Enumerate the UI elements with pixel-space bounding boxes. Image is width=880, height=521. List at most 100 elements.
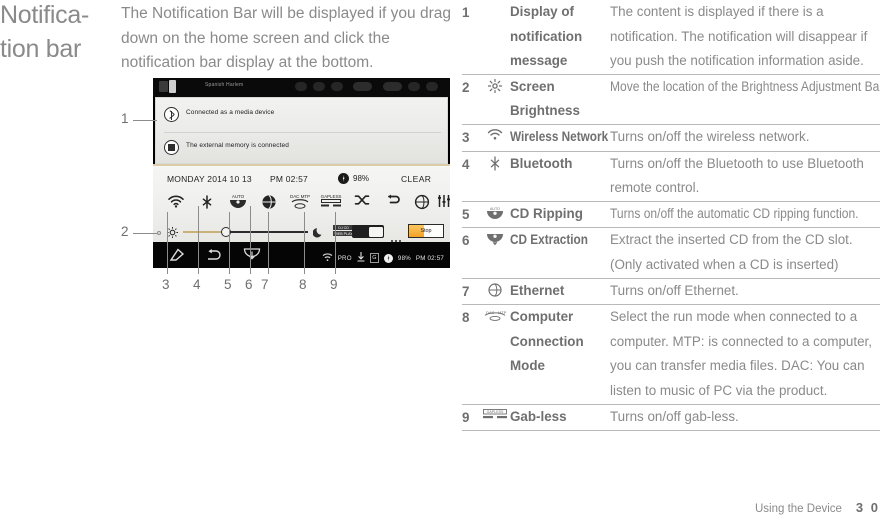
gapless-icon[interactable]: GAPLESS xyxy=(318,194,344,218)
callout-2: 2 xyxy=(121,224,129,239)
row-label: Wireless Network xyxy=(510,128,609,144)
panel-top-edge xyxy=(153,164,450,166)
dac-mtp-icon[interactable]: DAC MTP xyxy=(287,194,313,218)
bluetooth-circle-icon xyxy=(164,107,179,122)
callout-3: 3 xyxy=(162,277,170,292)
row-number: 8 xyxy=(462,310,470,326)
table-row: 5 AUTO CD Ripping Turns on/off the autom… xyxy=(462,200,880,228)
qs-time: PM 02:57 xyxy=(270,174,308,184)
stop-button-label: Stop xyxy=(420,228,432,235)
callout-4-leader xyxy=(198,206,199,274)
home-pill-7 xyxy=(426,82,438,91)
g-badge: G xyxy=(369,253,379,263)
table-row: 1 Display of notification message The co… xyxy=(462,0,880,74)
footer-chapter: Using the Device xyxy=(754,503,842,515)
table-row: 8 DAC MTP Computer Connection Mode Select… xyxy=(462,304,880,403)
row-description: Turns on/off the automatic CD ripping fu… xyxy=(610,205,859,221)
home-pill-3 xyxy=(331,82,343,91)
row-label: Gab-less xyxy=(510,408,567,424)
row-label: Bluetooth xyxy=(510,155,573,171)
qs-battery: 98% xyxy=(353,174,370,183)
brightness-sun-icon xyxy=(167,225,178,243)
notification-panel: Connected as a media device The external… xyxy=(155,97,448,164)
callout-4: 4 xyxy=(193,277,201,292)
cd-eject-icon[interactable] xyxy=(243,248,261,267)
repeat-icon[interactable] xyxy=(380,194,406,218)
album-art-thumb-2 xyxy=(169,80,176,93)
cd-ripping-icon: AUTO xyxy=(480,202,510,220)
wifi-icon xyxy=(480,125,510,141)
mode-tag-1: DJ CD xyxy=(333,225,355,230)
table-row: 7 Ethernet Turns on/off Ethernet. xyxy=(462,277,880,305)
callout-5: 5 xyxy=(224,277,232,292)
row-label: Screen Brightness xyxy=(510,78,580,119)
gapless-label: GAPLESS xyxy=(320,194,342,199)
callout-2-dot xyxy=(157,231,161,235)
footer-page-number: 3 0 xyxy=(855,500,880,515)
svg-text:GAPLESS: GAPLESS xyxy=(487,410,504,414)
table-row: 9 GAPLESS Gab-less Turns on/off gab-less… xyxy=(462,403,880,432)
row-description: Turns on/off Ethernet. xyxy=(610,282,739,298)
album-art-thumb xyxy=(159,81,168,92)
row-label: CD Ripping xyxy=(510,205,583,221)
home-pill-2 xyxy=(313,82,325,91)
feature-table: 1 Display of notification message The co… xyxy=(462,0,880,432)
callout-7-leader xyxy=(268,212,269,274)
cd-extraction-icon xyxy=(480,228,510,246)
shuffle-icon[interactable] xyxy=(349,194,375,218)
callout-1: 1 xyxy=(121,111,129,126)
dac-mtp-icon: DAC MTP xyxy=(480,305,510,321)
table-row: 3 Wireless Network Turns on/off the wire… xyxy=(462,123,880,151)
row-number: 4 xyxy=(462,156,470,172)
row-icon-cell xyxy=(480,0,510,4)
device-home-topbar: Spanish Harlem xyxy=(153,78,450,97)
row-description: The content is displayed if there is a n… xyxy=(610,4,868,69)
row-description: Turns on/off the Bluetooth to use Blueto… xyxy=(610,155,864,196)
callout-6-leader xyxy=(250,206,251,274)
intro-paragraph: The Notification Bar will be displayed i… xyxy=(121,5,451,71)
section-title-text: Notifica- tion bar xyxy=(0,1,89,63)
callout-5-leader xyxy=(229,212,230,274)
row-label: Display of notification message xyxy=(510,4,583,69)
notification-text: The external memory is connected xyxy=(186,142,289,149)
home-pill-6 xyxy=(408,82,420,91)
clear-button[interactable]: CLEAR xyxy=(401,174,431,184)
callout-7: 7 xyxy=(261,277,269,292)
row-number: 1 xyxy=(462,5,470,20)
row-number: 6 xyxy=(462,233,470,249)
row-number: 3 xyxy=(462,129,470,145)
battery-icon xyxy=(383,253,393,263)
row-description: Turns on/off the wireless network. xyxy=(610,128,810,144)
row-description: Extract the inserted CD from the CD slot… xyxy=(610,232,853,272)
wifi-icon xyxy=(322,249,333,267)
ethernet-globe-icon[interactable] xyxy=(256,194,282,218)
table-row: 2 Screen Brightness Move the location of… xyxy=(462,73,880,124)
brightness-icon xyxy=(480,75,510,93)
home-pill-1 xyxy=(295,82,307,91)
page-footer: Using the Device 3 0 xyxy=(755,500,880,515)
download-icon xyxy=(357,249,365,267)
table-row: 4 Bluetooth Turns on/off the Bluetooth t… xyxy=(462,150,880,201)
notification-divider xyxy=(164,132,441,133)
nav-status-area: PRO G 98% PM 02:57 xyxy=(322,249,444,267)
row-number: 7 xyxy=(462,283,470,299)
row-number: 5 xyxy=(462,206,470,222)
battery-icon xyxy=(338,173,349,184)
callout-3-leader xyxy=(167,212,168,274)
back-icon[interactable] xyxy=(206,248,222,266)
callout-1-leader xyxy=(133,120,157,121)
left-column: Notifica- tion bar The Notification Bar … xyxy=(0,0,460,521)
nav-clock: PM 02:57 xyxy=(415,254,444,262)
svg-text:AUTO: AUTO xyxy=(490,207,500,211)
row-description: Select the run mode when connected to a … xyxy=(610,309,872,398)
home-pill-4 xyxy=(353,82,372,91)
mode-toggle-switch[interactable] xyxy=(352,225,384,238)
row-number: 9 xyxy=(462,409,470,425)
equalizer-icon[interactable] xyxy=(431,194,450,218)
home-icon[interactable] xyxy=(169,248,185,266)
notification-text: Connected as a media device xyxy=(186,109,275,116)
callout-2-leader xyxy=(133,233,158,234)
stop-button[interactable]: Stop xyxy=(408,224,444,238)
callout-9: 9 xyxy=(330,277,338,292)
now-playing-title: Spanish Harlem xyxy=(205,82,244,88)
